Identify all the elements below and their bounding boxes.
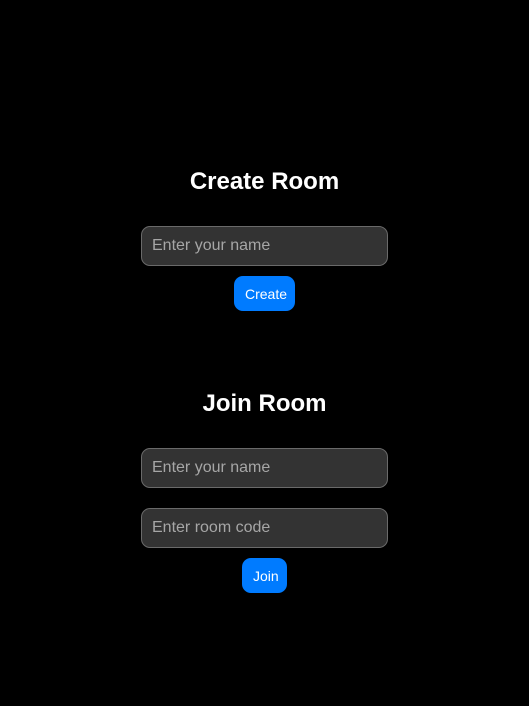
join-room-section: Join Room Join — [0, 389, 529, 593]
page: Create Room Create Join Room Join — [0, 0, 529, 706]
join-name-input[interactable] — [141, 448, 388, 488]
room-code-input[interactable] — [141, 508, 388, 548]
join-room-title: Join Room — [202, 390, 327, 417]
create-button[interactable]: Create — [234, 276, 295, 311]
create-room-title: Create Room — [189, 168, 340, 195]
create-name-input[interactable] — [141, 226, 388, 266]
create-room-section: Create Room Create — [0, 167, 529, 311]
join-button[interactable]: Join — [242, 558, 287, 593]
